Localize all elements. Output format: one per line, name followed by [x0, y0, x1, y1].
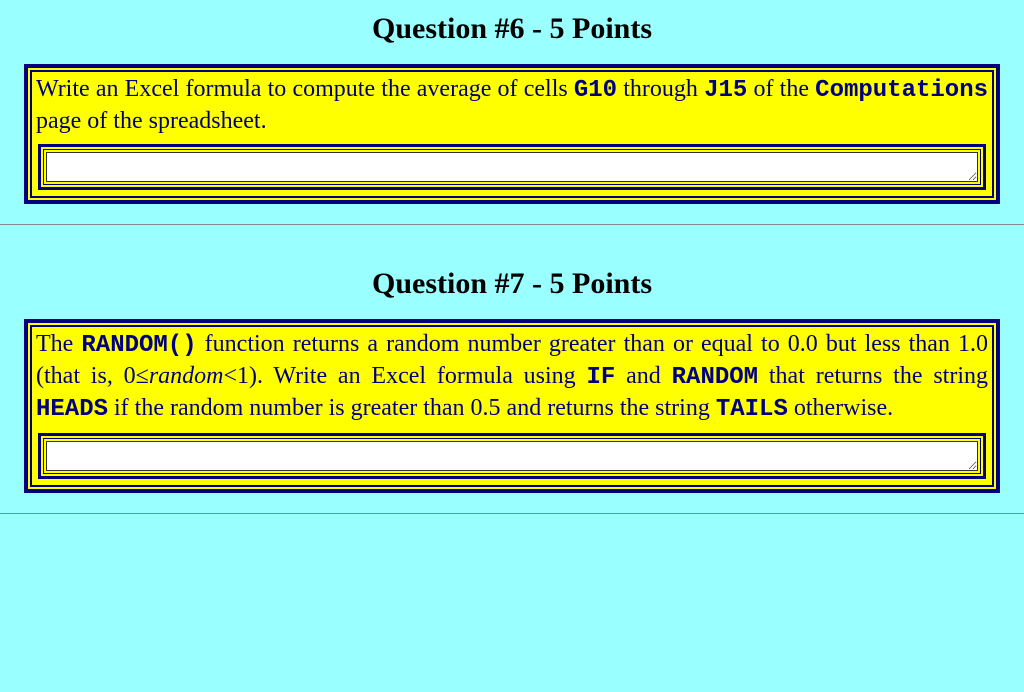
literal-tails: TAILS — [716, 396, 788, 423]
question-6-section: Question #6 - 5 Points Write an Excel fo… — [0, 0, 1024, 224]
prompt-text: through — [617, 76, 704, 102]
answer-row-inner — [43, 438, 981, 474]
question-7-prompt: The RANDOM() function returns a random n… — [32, 327, 992, 427]
prompt-text: Write an Excel formula to compute the av… — [36, 76, 574, 102]
question-6-answer-input[interactable] — [46, 152, 978, 182]
function-name: RANDOM — [672, 364, 758, 391]
answer-row — [32, 427, 992, 485]
question-7-section: Question #7 - 5 Points The RANDOM() func… — [0, 225, 1024, 513]
question-7-title: Question #7 - 5 Points — [24, 267, 1000, 301]
prompt-text: and — [615, 363, 671, 389]
answer-row-outer — [38, 144, 986, 190]
variable-name: random — [149, 363, 224, 389]
answer-row — [32, 138, 992, 196]
section-divider — [0, 513, 1024, 514]
literal-heads: HEADS — [36, 396, 108, 423]
function-name: RANDOM() — [81, 332, 196, 359]
question-7-box: The RANDOM() function returns a random n… — [24, 319, 1000, 493]
cell-ref: G10 — [574, 77, 617, 104]
prompt-text: that returns the string — [758, 363, 988, 389]
answer-row-outer — [38, 433, 986, 479]
sheet-name: Computations — [815, 77, 988, 104]
function-name: IF — [587, 364, 616, 391]
prompt-text: page of the spreadsheet. — [36, 108, 267, 134]
question-6-box-inner: Write an Excel formula to compute the av… — [30, 70, 994, 198]
prompt-text: <1). Write an Excel formula using — [224, 363, 587, 389]
question-6-box: Write an Excel formula to compute the av… — [24, 64, 1000, 204]
question-6-title: Question #6 - 5 Points — [24, 12, 1000, 46]
question-7-box-inner: The RANDOM() function returns a random n… — [30, 325, 994, 487]
prompt-text: The — [36, 331, 81, 357]
prompt-text: otherwise. — [788, 395, 893, 421]
question-6-prompt: Write an Excel formula to compute the av… — [32, 72, 992, 138]
question-7-answer-input[interactable] — [46, 441, 978, 471]
cell-ref: J15 — [704, 77, 747, 104]
prompt-text: of the — [747, 76, 815, 102]
answer-row-inner — [43, 149, 981, 185]
prompt-text: if the random number is greater than 0.5… — [108, 395, 716, 421]
